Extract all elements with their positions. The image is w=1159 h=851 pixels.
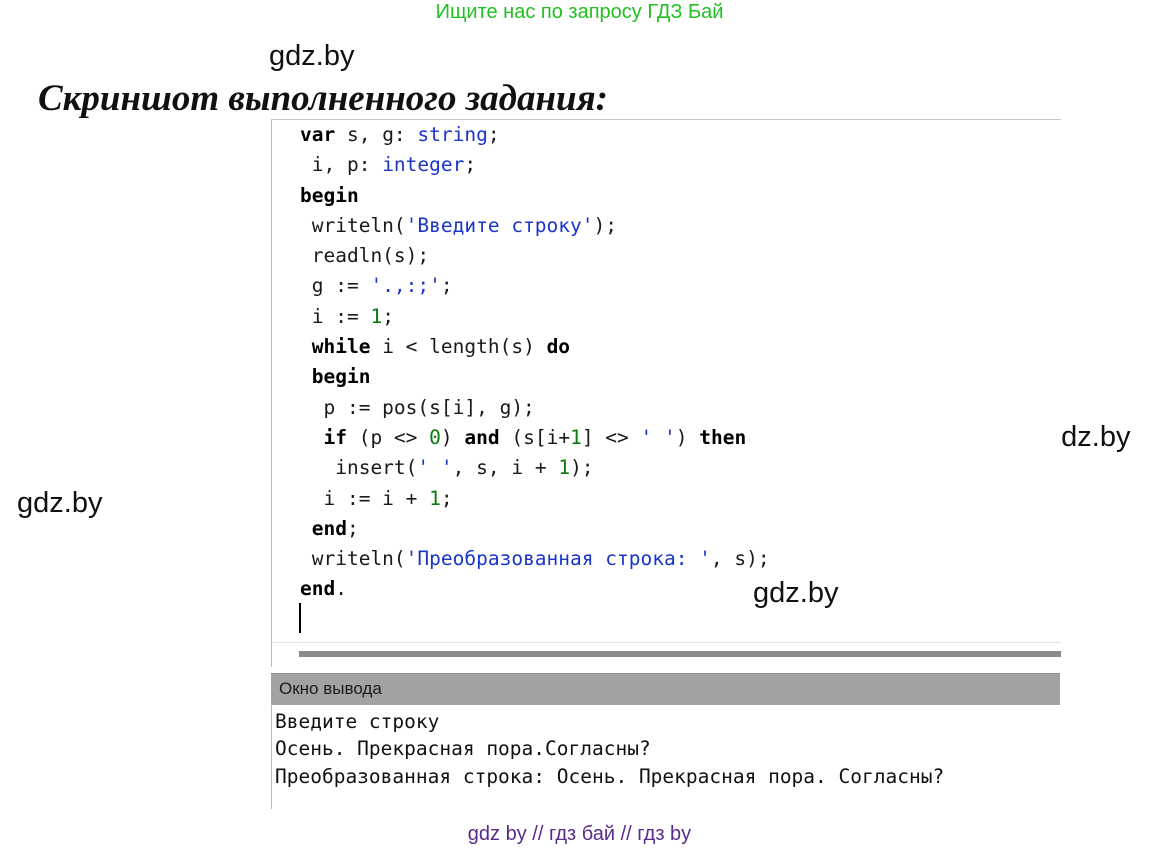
code-line: readln(s); <box>300 241 770 271</box>
code-token: ) <box>440 425 465 449</box>
code-token: ; <box>487 123 500 146</box>
code-editor[interactable]: var s, g: string; i, p: integer; begin wr… <box>271 119 1061 667</box>
code-token: begin <box>311 365 371 389</box>
code-line: if (p <> 0) and (s[i+1] <> ' ') then <box>300 423 770 453</box>
code-line: writeln('Введите строку'); <box>300 211 770 241</box>
code-token: i := <box>300 304 371 328</box>
code-line: insert(' ', s, i + 1); <box>300 453 770 483</box>
code-token: end <box>311 516 347 540</box>
code-line: g := '.,:;'; <box>300 271 770 301</box>
code-token: then <box>699 425 747 449</box>
search-banner: Ищите нас по запросу ГДЗ Бай <box>435 1 724 23</box>
code-token: p := pos(s[i], g); <box>300 395 535 419</box>
code-token: 1 <box>429 486 441 510</box>
code-token: ] <> <box>581 425 641 449</box>
code-token: ' ' <box>417 456 453 480</box>
code-token: ; <box>464 153 477 177</box>
code-token: i, p: <box>300 153 383 177</box>
editor-divider <box>272 642 1061 643</box>
code-token: string <box>417 123 488 146</box>
footer-links: gdz by // гдз бай // гдз by <box>467 823 692 845</box>
code-token: ' ' <box>640 425 676 449</box>
code-token: ; <box>440 486 453 510</box>
output-line: Введите строку <box>275 710 440 733</box>
output-line: Преобразованная строка: Осень. Прекрасна… <box>275 765 945 788</box>
code-token: ; <box>440 274 453 298</box>
text-caret <box>299 603 301 633</box>
code-token: 1 <box>558 456 571 480</box>
code-token: readln(s); <box>300 244 430 268</box>
output-panel-header: Окно вывода <box>271 673 1060 705</box>
code-line: begin <box>300 181 770 211</box>
code-token: if <box>323 425 347 449</box>
code-token: integer <box>382 153 465 177</box>
code-token: g := <box>300 274 371 298</box>
code-token: 0 <box>429 425 441 449</box>
code-token: ) <box>675 425 700 449</box>
code-line: begin <box>300 362 770 392</box>
code-line: i, p: integer; <box>300 150 770 180</box>
code-line: var s, g: string; <box>300 120 770 150</box>
code-token: 'Введите строку' <box>405 213 594 237</box>
code-token: ; <box>346 516 359 540</box>
code-token: ; <box>382 304 394 328</box>
output-line: Осень. Прекрасная пора.Согласны? <box>275 737 651 760</box>
code-token: s, g: <box>335 123 418 146</box>
code-token: '.,:;' <box>370 274 441 298</box>
code-token: while <box>311 335 371 359</box>
code-line: i := 1; <box>300 302 770 332</box>
code-token: i := i + <box>300 486 430 510</box>
code-token: 1 <box>570 425 582 449</box>
code-token: ); <box>593 213 617 237</box>
code-token: , s); <box>710 547 770 571</box>
code-token: (s[i+ <box>499 425 571 449</box>
code-token: end <box>300 577 336 601</box>
watermark: gdz.by <box>753 577 839 609</box>
code-token: do <box>546 335 571 359</box>
horizontal-scrollbar[interactable] <box>299 651 1061 657</box>
code-token: (p <> <box>346 425 430 449</box>
code-token: writeln( <box>300 213 406 237</box>
code-line: while i < length(s) do <box>300 332 770 362</box>
code-token: and <box>464 425 500 449</box>
watermark: gdz.by <box>269 40 355 72</box>
code-line: writeln('Преобразованная строка: ', s); <box>300 544 770 574</box>
code-text[interactable]: var s, g: string; i, p: integer; begin wr… <box>300 120 770 605</box>
code-token: . <box>335 577 347 601</box>
code-token: ); <box>570 456 594 480</box>
code-token: var <box>300 123 336 146</box>
page-heading: Скриншот выполненного задания: <box>38 78 608 119</box>
code-line: p := pos(s[i], g); <box>300 393 770 423</box>
code-line: end; <box>300 514 770 544</box>
code-token: , s, i + <box>452 456 559 480</box>
code-token: writeln( <box>300 547 406 571</box>
output-panel-title: Окно вывода <box>279 679 382 698</box>
output-panel[interactable]: Введите строку Осень. Прекрасная пора.Со… <box>271 705 1061 809</box>
editor-gutter <box>272 120 298 642</box>
code-token: insert( <box>300 456 418 480</box>
code-token: 'Преобразованная строка: ' <box>405 547 711 571</box>
code-token: 1 <box>370 304 383 328</box>
code-token: begin <box>300 183 359 207</box>
code-token: i < length(s) <box>370 335 547 359</box>
code-line: i := i + 1; <box>300 484 770 514</box>
watermark: gdz.by <box>17 487 103 519</box>
code-line: end. <box>300 574 770 604</box>
